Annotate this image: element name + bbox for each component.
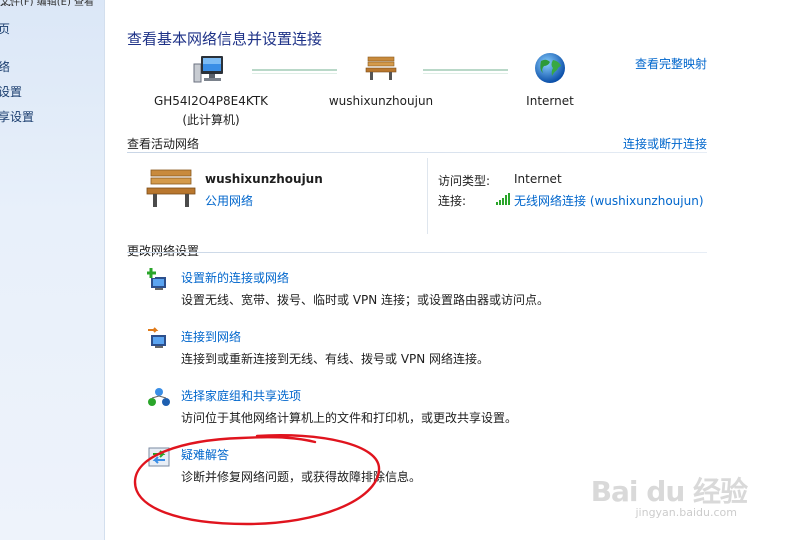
computer-name-label: GH54I2O4P8E4KTK [153,94,269,108]
globe-icon [535,53,565,83]
network-name-label: wushixunzhoujun [328,94,434,108]
active-network-name: wushixunzhoujun [205,172,323,186]
connect-to-network-link[interactable]: 连接到网络 [181,328,241,345]
troubleshoot-link[interactable]: 疑难解答 [181,446,229,463]
computer-sub-label: (此计算机) [182,113,240,127]
new-connection-icon [147,268,166,290]
page-title: 查看基本网络信息并设置连接 [127,30,323,48]
network-type-link[interactable]: 公用网络 [205,192,253,209]
setup-new-connection-link[interactable]: 设置新的连接或网络 [181,269,289,286]
baidu-watermark-url: jingyan.baidu.com [635,506,737,519]
bench-icon [365,56,397,80]
access-type-label: 访问类型: [438,174,491,188]
bench-network-icon [146,169,196,207]
sidebar-item-settings[interactable]: 设置 [0,83,22,100]
active-vertical-divider [427,158,428,234]
computer-icon [193,56,223,83]
sidebar-item-sharing-settings[interactable]: 享设置 [0,108,34,125]
internet-label: Internet [526,94,574,108]
wireless-connection-link[interactable]: 无线网络连接 (wushixunzhoujun) [514,192,704,209]
main-content: 查看基本网络信息并设置连接 查看完整映射 GH54I2O4P8E4KTK (此计… [105,0,791,540]
connect-disconnect-link[interactable]: 连接或断开连接 [623,135,707,152]
connector-line-right [423,69,508,74]
troubleshoot-desc: 诊断并修复网络问题，或获得故障排除信息。 [181,470,422,484]
left-nav-pane: 文件(F) 编辑(E) 查看(V) 页 络 设置 享设置 [0,0,105,540]
sidebar-item-home[interactable]: 页 [0,20,10,37]
homegroup-sharing-link[interactable]: 选择家庭组和共享选项 [181,387,301,404]
full-map-link[interactable]: 查看完整映射 [635,55,707,72]
homegroup-icon [148,388,170,406]
connect-network-icon [148,327,166,348]
troubleshoot-icon [148,447,170,467]
change-settings-heading: 更改网络设置 [127,244,200,258]
access-type-value: Internet [514,172,562,186]
menu-bar-fragment: 文件(F) 编辑(E) 查看(V) [0,0,95,6]
connect-to-network-desc: 连接到或重新连接到无线、有线、拨号或 VPN 网络连接。 [181,352,490,366]
setup-new-connection-desc: 设置无线、宽带、拨号、临时或 VPN 连接；或设置路由器或访问点。 [181,293,550,307]
connection-label: 连接: [438,194,467,208]
active-networks-heading: 查看活动网络 [127,137,200,151]
signal-bars-icon [496,193,510,205]
sidebar-item-network[interactable]: 络 [0,58,10,75]
homegroup-sharing-desc: 访问位于其他网络计算机上的文件和打印机，或更改共享设置。 [181,411,518,425]
baidu-watermark: Bai du 经验 [590,475,748,508]
active-section-divider [127,152,707,153]
connector-line-left [252,69,337,74]
change-section-divider [127,252,707,253]
